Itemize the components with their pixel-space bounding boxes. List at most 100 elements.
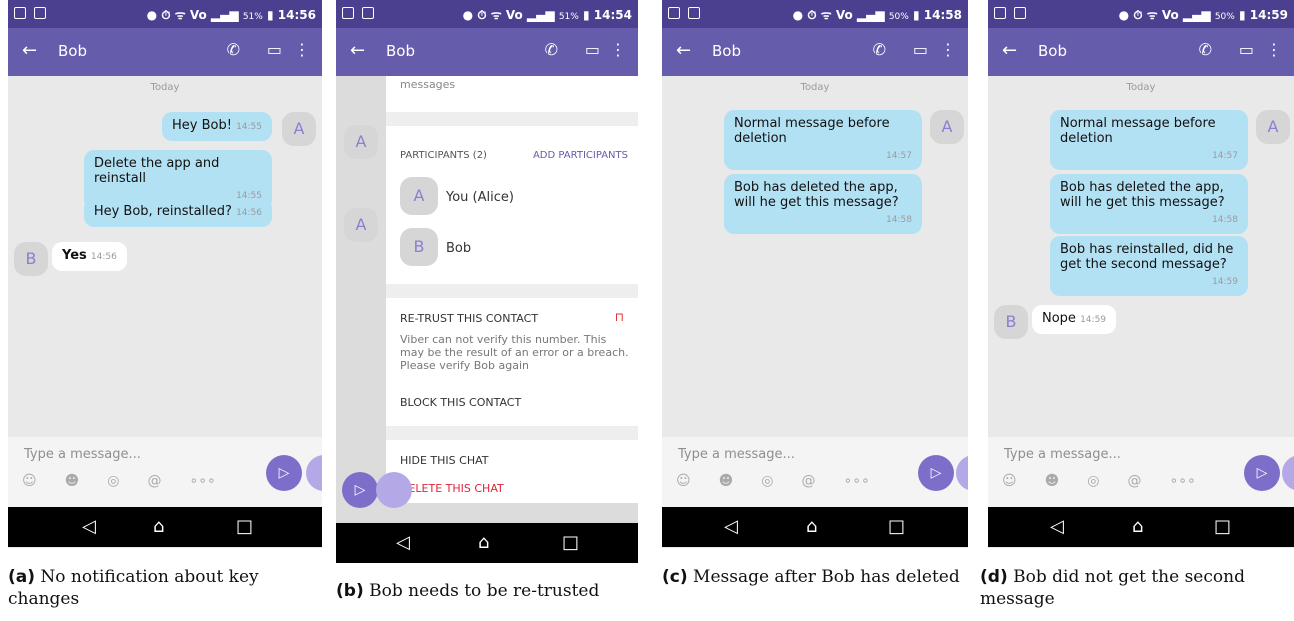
message-text: Delete the app and reinstall	[94, 156, 220, 186]
message-input[interactable]: Type a message...	[24, 447, 141, 462]
more-icon[interactable]: ∘∘∘	[843, 473, 869, 489]
back-arrow-icon[interactable]: ←	[1002, 40, 1017, 61]
nav-home-icon[interactable]: ⌂	[153, 516, 164, 537]
video-icon[interactable]: ▭	[1239, 40, 1254, 59]
back-arrow-icon[interactable]: ←	[350, 40, 365, 61]
camera-icon[interactable]: ◎	[107, 473, 119, 489]
nav-home-icon[interactable]: ⌂	[478, 532, 489, 553]
nav-home-icon[interactable]: ⌂	[806, 516, 817, 537]
message-bubble[interactable]: Bob has reinstalled, did he get the seco…	[1050, 236, 1248, 296]
chat-header: ← Bob ✆ ▭ ⋮	[988, 28, 1294, 76]
phone-icon[interactable]: ✆	[873, 40, 886, 59]
send-icon[interactable]: ▷	[1244, 455, 1280, 491]
more-icon[interactable]: ∘∘∘	[1169, 473, 1195, 489]
message-text: Bob has deleted the app, will he get thi…	[734, 180, 899, 210]
video-icon[interactable]: ▭	[267, 40, 282, 59]
delete-chat-button[interactable]: DELETE THIS CHAT	[400, 482, 504, 495]
sticker-icon[interactable]: ☺	[676, 473, 691, 489]
avatar[interactable]: B	[14, 242, 48, 276]
back-arrow-icon[interactable]: ←	[676, 40, 691, 61]
video-icon[interactable]: ▭	[585, 40, 600, 59]
more-icon[interactable]: ∘∘∘	[189, 473, 215, 489]
message-bubble[interactable]: Hey Bob, reinstalled? 14:56	[83, 198, 272, 227]
more-options-icon[interactable]: ⋮	[610, 40, 626, 59]
participant-name[interactable]: Bob	[446, 241, 471, 256]
secondary-action-button[interactable]	[376, 472, 412, 508]
message-input[interactable]: Type a message...	[1004, 447, 1121, 462]
send-icon[interactable]: ▷	[918, 455, 954, 491]
avatar[interactable]: A	[282, 112, 316, 146]
chat-header: ← Bob ✆ ▭ ⋮	[8, 28, 322, 76]
nav-back-icon[interactable]: ◁	[82, 516, 96, 537]
emoji-icon[interactable]: ☻	[719, 473, 734, 489]
avatar[interactable]: B	[994, 305, 1028, 339]
avatar[interactable]: A	[930, 110, 964, 144]
message-text: Hey Bob, reinstalled?	[93, 204, 232, 219]
message-bubble[interactable]: Hey Bob! 14:55	[161, 112, 272, 141]
emoji-icon[interactable]: ☻	[65, 473, 80, 489]
nav-recents-icon[interactable]: □	[562, 532, 579, 553]
message-time: 14:55	[236, 122, 262, 132]
mention-icon[interactable]: @	[1127, 473, 1141, 489]
send-icon[interactable]: ▷	[342, 472, 378, 508]
participant-avatar[interactable]: B	[400, 228, 438, 266]
more-options-icon[interactable]: ⋮	[294, 40, 310, 59]
contact-name[interactable]: Bob	[386, 42, 415, 60]
message-bubble[interactable]: Bob has deleted the app, will he get thi…	[1050, 174, 1248, 234]
participant-name[interactable]: You (Alice)	[446, 190, 514, 205]
avatar: A	[344, 208, 378, 242]
message-bubble[interactable]: Normal message before deletion 14:57	[724, 110, 922, 170]
nav-home-icon[interactable]: ⌂	[1132, 516, 1143, 537]
battery-plus-icon	[688, 7, 700, 19]
more-options-icon[interactable]: ⋮	[940, 40, 956, 59]
contact-name[interactable]: Bob	[58, 42, 87, 60]
caption-text: Message after Bob has deleted	[693, 567, 960, 587]
nav-back-icon[interactable]: ◁	[724, 516, 738, 537]
phone-icon[interactable]: ✆	[545, 40, 558, 59]
retrust-contact-button[interactable]: RE-TRUST THIS CONTACT	[400, 312, 538, 325]
message-time: 14:56	[236, 208, 262, 218]
day-label: Today	[1126, 82, 1156, 93]
more-options-icon[interactable]: ⋮	[1266, 40, 1282, 59]
nav-back-icon[interactable]: ◁	[396, 532, 410, 553]
block-contact-button[interactable]: BLOCK THIS CONTACT	[400, 396, 521, 409]
caption-b: (b) Bob needs to be re-trusted	[336, 580, 646, 602]
system-nav-bar: ◁ ⌂ □	[662, 507, 968, 547]
secondary-action-button[interactable]	[306, 455, 322, 491]
message-bubble[interactable]: Nope 14:59	[1032, 305, 1117, 334]
hide-chat-button[interactable]: HIDE THIS CHAT	[400, 454, 489, 467]
camera-icon[interactable]: ◎	[761, 473, 773, 489]
nav-recents-icon[interactable]: □	[888, 516, 905, 537]
message-bubble[interactable]: Normal message before deletion 14:57	[1050, 110, 1248, 170]
secondary-action-button[interactable]	[956, 455, 968, 491]
participant-avatar[interactable]: A	[400, 177, 438, 215]
add-participants-button[interactable]: ADD PARTICIPANTS	[533, 150, 628, 161]
contact-name[interactable]: Bob	[1038, 42, 1067, 60]
mention-icon[interactable]: @	[147, 473, 161, 489]
battery-plus-icon	[1014, 7, 1026, 19]
message-time: 14:59	[1080, 315, 1107, 325]
avatar[interactable]: A	[1256, 110, 1290, 144]
nav-recents-icon[interactable]: □	[236, 516, 253, 537]
secondary-action-button[interactable]	[1282, 455, 1294, 491]
sticker-icon[interactable]: ☺	[1002, 473, 1017, 489]
sticker-icon[interactable]: ☺	[22, 473, 37, 489]
message-bubble[interactable]: Bob has deleted the app, will he get thi…	[724, 174, 922, 234]
mention-icon[interactable]: @	[801, 473, 815, 489]
camera-icon[interactable]: ◎	[1087, 473, 1099, 489]
video-icon[interactable]: ▭	[913, 40, 928, 59]
back-arrow-icon[interactable]: ←	[22, 40, 37, 61]
message-bubble[interactable]: Yes 14:56	[52, 242, 127, 271]
screenshot-d: ● ⏱ ᯤ Vo ▂▄▆ 50% ▮ 14:59 ← Bob ✆ ▭ ⋮ Tod…	[988, 0, 1294, 548]
phone-icon[interactable]: ✆	[1199, 40, 1212, 59]
emoji-icon[interactable]: ☻	[1045, 473, 1060, 489]
status-icons: ● ⏱ ᯤ Vo ▂▄▆	[462, 8, 559, 22]
send-icon[interactable]: ▷	[266, 455, 302, 491]
nav-recents-icon[interactable]: □	[1214, 516, 1231, 537]
chat-info-drawer: messages PARTICIPANTS (2) ADD PARTICIPAN…	[386, 76, 638, 503]
contact-name[interactable]: Bob	[712, 42, 741, 60]
phone-icon[interactable]: ✆	[227, 40, 240, 59]
message-input[interactable]: Type a message...	[678, 447, 795, 462]
nav-back-icon[interactable]: ◁	[1050, 516, 1064, 537]
image-icon	[14, 7, 26, 19]
